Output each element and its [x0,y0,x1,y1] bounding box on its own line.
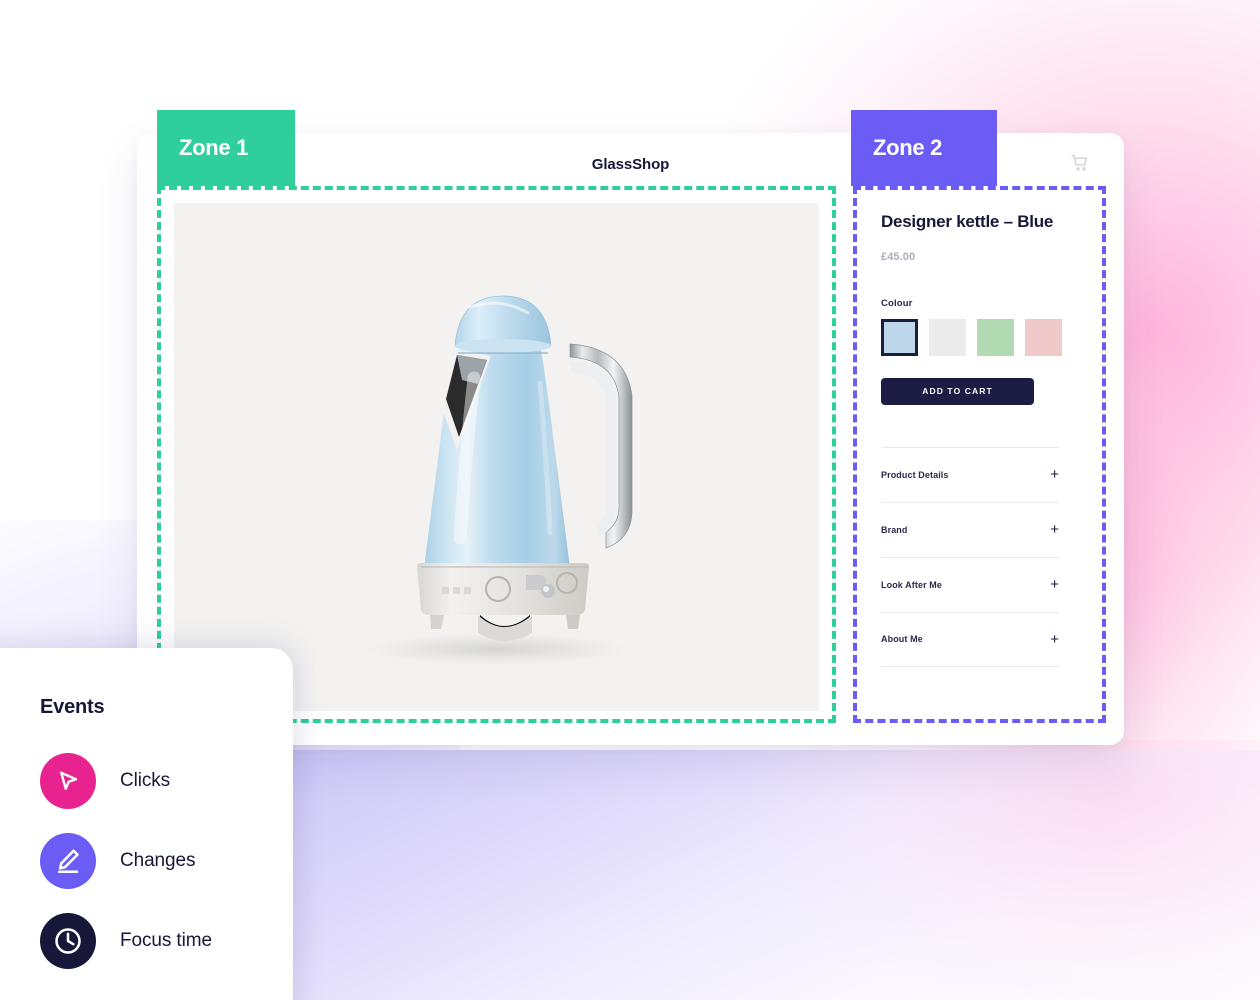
plus-icon[interactable]: + [1050,577,1059,592]
events-title: Events [40,696,105,718]
plus-icon[interactable]: + [1050,522,1059,537]
shop-logo: GlassShop [591,155,670,173]
event-label: Focus time [120,930,212,951]
product-image[interactable] [174,203,819,711]
plus-icon[interactable]: + [1050,632,1059,647]
accordion-label: Look After Me [881,579,942,590]
event-row-clicks[interactable]: Clicks [40,741,293,821]
zone-1-tag[interactable]: Zone 1 [157,110,295,186]
colour-option-label: Colour [881,297,913,309]
colour-swatch-blue[interactable] [881,318,918,356]
zone-2-tag[interactable]: Zone 2 [851,110,997,186]
events-legend-card: Events Clicks Changes Focus time [0,648,293,1000]
accordion-row-about-me[interactable]: About Me + [881,611,1059,667]
plus-icon[interactable]: + [1050,467,1059,482]
colour-swatch-group[interactable] [881,318,1079,356]
zone-2-label: Zone 2 [873,135,943,160]
event-row-changes[interactable]: Changes [40,821,293,901]
colour-swatch-green[interactable] [977,318,1014,356]
accordion-row-product-details[interactable]: Product Details + [881,446,1059,502]
background-pink-tint [760,740,1260,1000]
clock-icon [40,913,96,969]
screenshot-root: GlassShop Designer kettle – Blue £45.00 … [0,0,1260,1000]
events-list: Clicks Changes Focus time [40,741,293,981]
shopping-cart-icon[interactable] [1070,153,1090,173]
pencil-icon [40,833,96,889]
colour-swatch-pink[interactable] [1025,318,1062,356]
accordion-label: About Me [881,634,923,645]
zone-1-label: Zone 1 [179,135,249,160]
product-accordion: Product Details + Brand + Look After Me … [881,446,1059,667]
event-label: Changes [120,850,196,871]
product-info-panel: Designer kettle – Blue £45.00 Colour ADD… [881,211,1079,667]
event-label: Clicks [120,770,171,791]
product-title: Designer kettle – Blue [881,212,1054,231]
accordion-label: Product Details [881,469,949,480]
background-lavender-panel [293,750,1260,1000]
accordion-row-look-after-me[interactable]: Look After Me + [881,556,1059,612]
add-to-cart-button[interactable]: ADD TO CART [881,377,1034,405]
accordion-label: Brand [881,524,908,535]
accordion-row-brand[interactable]: Brand + [881,501,1059,557]
cursor-icon [40,753,96,809]
colour-swatch-white[interactable] [929,318,966,356]
product-price: £45.00 [881,250,916,263]
event-row-focus-time[interactable]: Focus time [40,901,293,981]
